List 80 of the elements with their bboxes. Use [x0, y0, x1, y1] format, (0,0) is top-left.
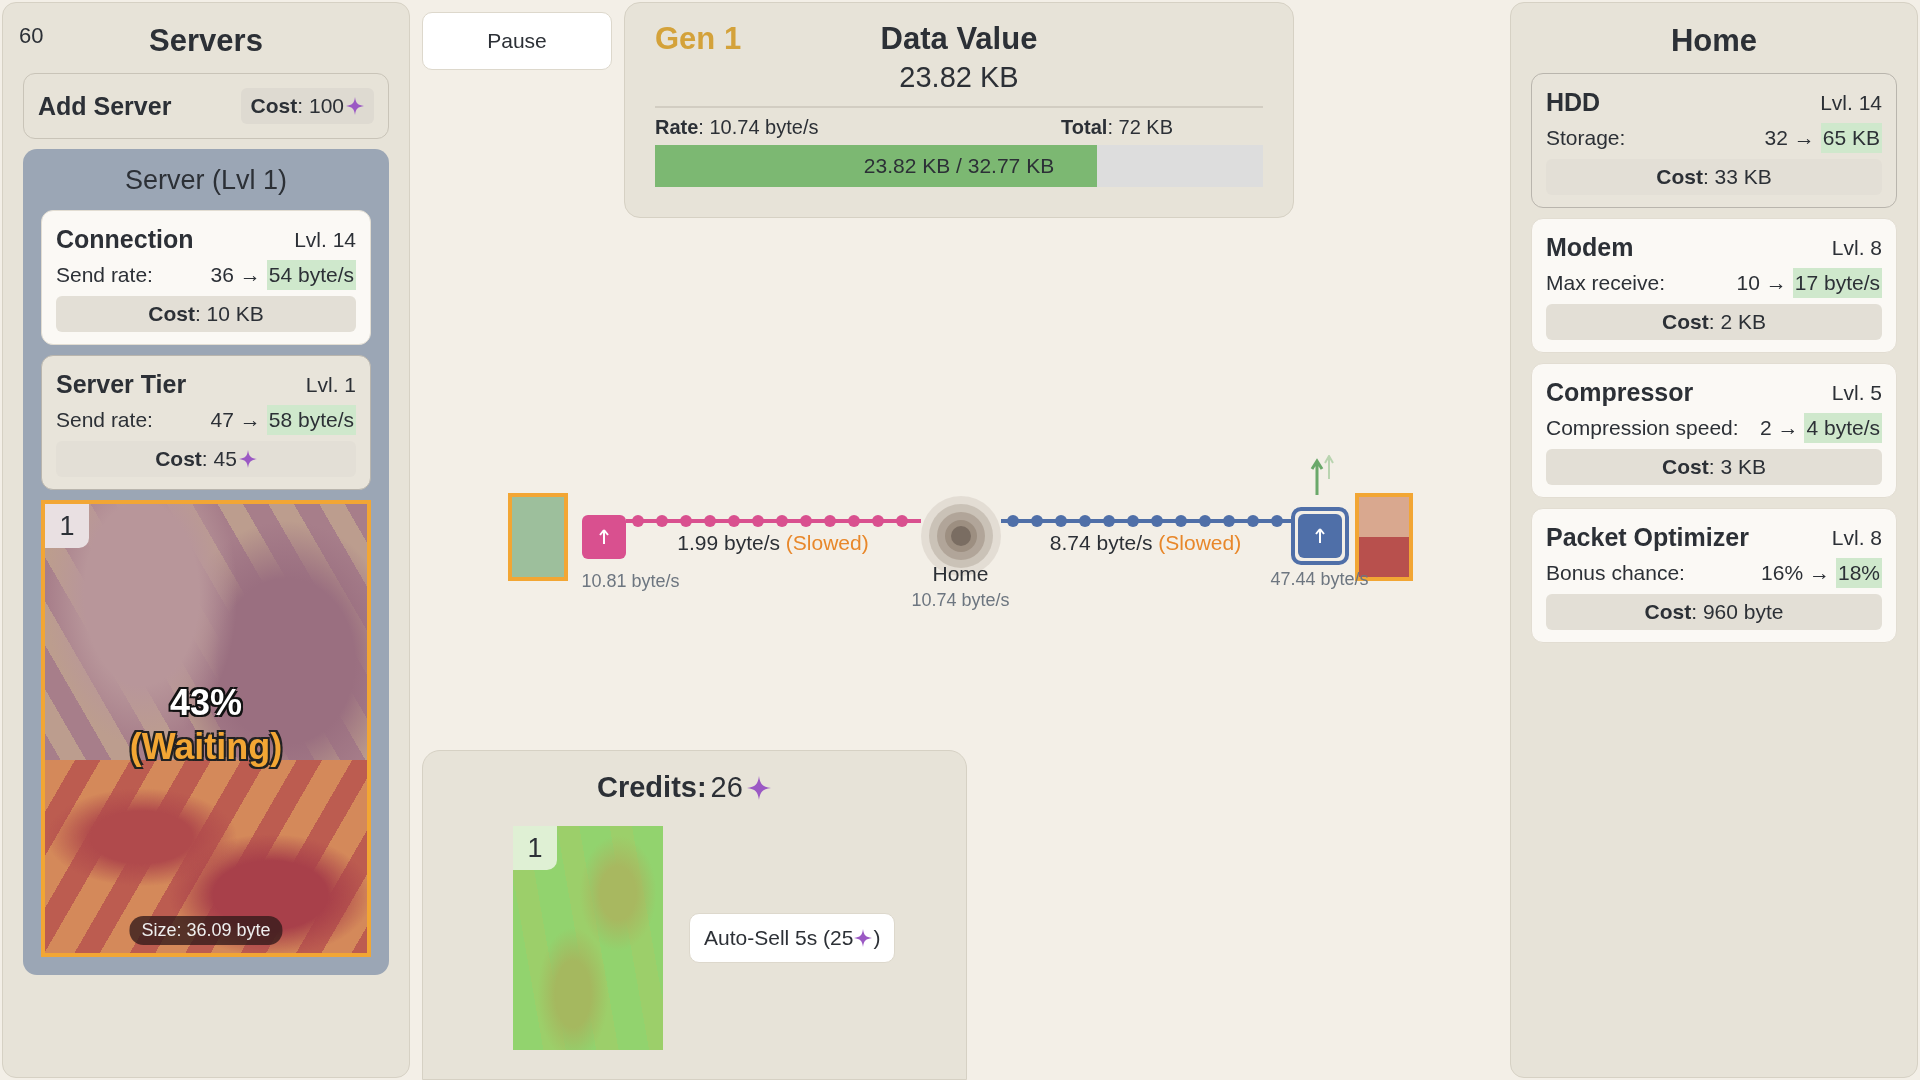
packet-size: Size: 36.09 byte	[129, 916, 283, 945]
upgrade-card[interactable]: Connection Lvl. 14 Send rate: 36 → 54 byte/s Cost: 10 KB	[41, 210, 371, 345]
up-arrow-icon	[597, 529, 610, 545]
node-rate: 10.81 byte/s	[581, 571, 680, 592]
credit-star-icon	[346, 97, 364, 115]
upgrade-name: HDD	[1546, 88, 1601, 117]
current-value: 32 →	[1764, 126, 1815, 150]
upgrade-level: Lvl. 14	[1820, 90, 1882, 115]
cost-text: Cost: 10 KB	[148, 302, 264, 326]
packet-image[interactable]: 1	[513, 826, 663, 1050]
cost-text: Cost: 3 KB	[1662, 455, 1766, 479]
server-title: Server (Lvl 1)	[123, 164, 288, 197]
fps-counter: 60	[19, 23, 44, 49]
node-rate: 10.74 byte/s	[911, 590, 1010, 611]
rate-text: Rate: 10.74 byte/s	[655, 116, 819, 139]
current-value: 2 →	[1759, 416, 1799, 440]
next-value: 65 KB	[1820, 123, 1882, 153]
stat-label: Compression speed:	[1546, 416, 1739, 440]
node-rate: 47.44 byte/s	[1270, 569, 1369, 590]
link-rate: 8.74 byte/s (Slowed)	[1049, 531, 1242, 555]
stat-label: Max receive:	[1546, 271, 1666, 295]
packet-status: (Waiting)	[129, 726, 283, 768]
upgrade-name: Modem	[1546, 233, 1634, 262]
auto-sell-button[interactable]: Auto-Sell 5s (25 )	[689, 913, 896, 963]
upload-button[interactable]	[581, 515, 626, 559]
upgrade-card[interactable]: Server Tier Lvl. 1 Send rate: 47 → 58 byte/s Cost: 45	[41, 355, 371, 490]
credit-star-icon	[746, 775, 771, 800]
next-value: 18%	[1835, 558, 1882, 588]
data-value-title: Data Value	[880, 21, 1038, 57]
stat-label: Bonus chance:	[1546, 561, 1685, 585]
next-value: 54 byte/s	[266, 260, 356, 290]
upgrade-card[interactable]: Compressor Lvl. 5 Compression speed: 2 → 4 byte/s Cost: 3 KB	[1531, 363, 1897, 498]
pause-button[interactable]: Pause	[422, 12, 612, 70]
stat-label: Send rate:	[56, 408, 153, 432]
credits-value: 26	[710, 771, 743, 804]
total-text: Total: 72 KB	[1061, 116, 1173, 139]
add-server-label: Add Server	[38, 91, 172, 121]
next-value: 17 byte/s	[1792, 268, 1882, 298]
stat-label: Send rate:	[56, 263, 153, 287]
cost-text: Cost: 100	[250, 94, 344, 118]
upgrade-card[interactable]: Packet Optimizer Lvl. 8 Bonus chance: 16% → 18% Cost: 960 byte	[1531, 508, 1897, 643]
credit-star-icon	[238, 450, 257, 468]
upgrade-card[interactable]: HDD Lvl. 14 Storage: 32 → 65 KB Cost: 33 KB	[1531, 73, 1897, 208]
upload-button[interactable]	[1290, 507, 1349, 565]
current-value: 47 →	[210, 408, 261, 432]
upgrade-level: Lvl. 5	[1831, 380, 1882, 405]
next-value: 4 byte/s	[1804, 413, 1882, 443]
current-value: 36 →	[210, 263, 261, 287]
credit-star-icon	[854, 929, 873, 947]
stat-label: Storage:	[1546, 126, 1626, 150]
add-server-card[interactable]: Add Server Cost: 100	[23, 73, 389, 139]
generation-label: Gen 1	[655, 21, 743, 57]
upgrade-name: Connection	[56, 225, 194, 254]
home-label: Home	[932, 562, 989, 586]
data-value: 23.82 KB	[898, 61, 1020, 95]
up-arrow-icon	[1313, 528, 1326, 544]
packet-number: 1	[513, 826, 557, 870]
server-node[interactable]	[507, 493, 568, 581]
upgrade-name: Compressor	[1546, 378, 1694, 407]
upgrade-level: Lvl. 1	[305, 372, 356, 397]
cost-text: Cost: 960 byte	[1644, 600, 1784, 624]
panel-title: Servers	[149, 22, 263, 60]
upgrade-level: Lvl. 8	[1831, 525, 1882, 550]
storage-bar-text: 23.82 KB / 32.77 KB	[863, 154, 1055, 178]
current-value: 10 →	[1736, 271, 1787, 295]
next-value: 58 byte/s	[266, 405, 356, 435]
credits-label: Credits:	[597, 771, 707, 804]
panel-title: Home	[1670, 22, 1758, 60]
upgrade-level: Lvl. 14	[294, 227, 356, 252]
upgrade-level: Lvl. 8	[1831, 235, 1882, 260]
current-value: 16% →	[1761, 561, 1830, 585]
upgrade-card[interactable]: Modem Lvl. 8 Max receive: 10 → 17 byte/s Cost: 2 KB	[1531, 218, 1897, 353]
cost-text: Cost: 2 KB	[1662, 310, 1766, 334]
packet-number: 1	[45, 504, 89, 548]
upgrade-name: Packet Optimizer	[1546, 523, 1749, 552]
link-rate: 1.99 byte/s (Slowed)	[677, 531, 869, 555]
progress-percent: 43%	[169, 682, 243, 724]
cost-text: Cost: 45	[155, 447, 237, 471]
upgrade-name: Server Tier	[56, 370, 187, 399]
cost-text: Cost: 33 KB	[1656, 165, 1772, 189]
